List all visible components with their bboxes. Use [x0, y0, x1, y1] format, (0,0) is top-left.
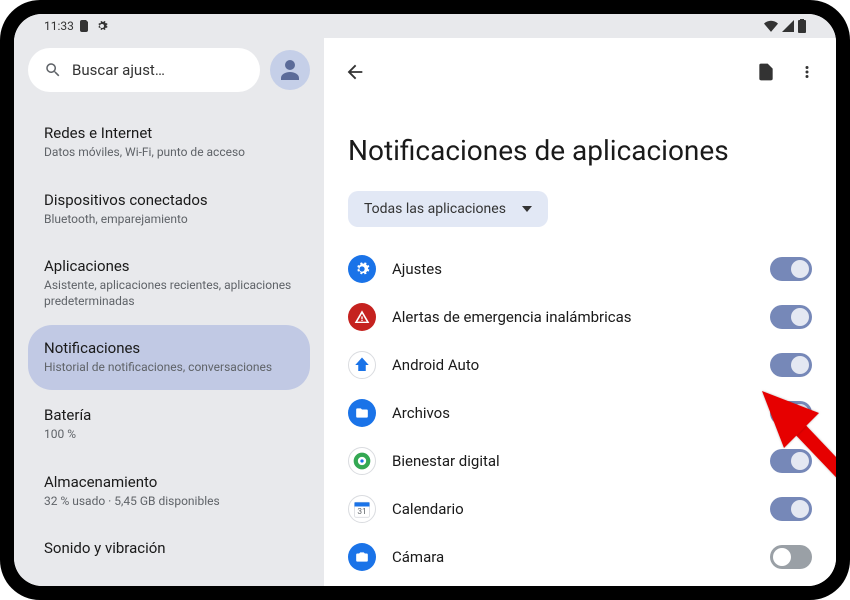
sidebar-item-title: Dispositivos conectados	[44, 191, 294, 209]
sim-icon	[80, 20, 90, 32]
svg-text:31: 31	[357, 507, 366, 517]
app-name: Alertas de emergencia inalámbricas	[392, 308, 754, 326]
camera-icon	[348, 543, 376, 571]
device-frame: 11:33 Buscar ajust… Redes e InternetD	[0, 0, 850, 600]
filter-dropdown[interactable]: Todas las aplicaciones	[348, 191, 548, 227]
app-list: Ajustes Alertas de emergencia inalámbrica…	[344, 245, 816, 581]
topbar-actions	[756, 62, 816, 82]
status-left: 11:33	[44, 19, 108, 33]
app-row-5[interactable]: 31 Calendario	[344, 485, 816, 533]
wellbeing-icon	[348, 447, 376, 475]
toggle-switch[interactable]	[770, 401, 812, 425]
wifi-icon	[764, 20, 778, 32]
gear-icon	[348, 255, 376, 283]
sidebar-item-sub: 100 %	[44, 427, 294, 443]
search-placeholder: Buscar ajust…	[72, 61, 165, 79]
app-row-4[interactable]: Bienestar digital	[344, 437, 816, 485]
app-row-1[interactable]: Alertas de emergencia inalámbricas	[344, 293, 816, 341]
sidebar-item-4[interactable]: Batería 100 %	[28, 392, 310, 457]
sidebar-item-sub: Bluetooth, emparejamiento	[44, 212, 294, 228]
sidebar-item-sub: 32 % usado · 5,45 GB disponibles	[44, 494, 294, 510]
warning-icon	[348, 303, 376, 331]
sidebar-item-sub: Historial de notificaciones, conversacio…	[44, 360, 294, 376]
app-row-2[interactable]: Android Auto	[344, 341, 816, 389]
status-bar: 11:33	[14, 14, 836, 38]
toggle-switch[interactable]	[770, 545, 812, 569]
search-page-icon[interactable]	[756, 62, 776, 82]
battery-icon	[798, 19, 806, 33]
app-name: Bienestar digital	[392, 452, 754, 470]
main-panel[interactable]: Notificaciones de aplicaciones Todas las…	[324, 38, 836, 586]
toggle-switch[interactable]	[770, 353, 812, 377]
app-name: Archivos	[392, 404, 754, 422]
sidebar-item-2[interactable]: Aplicaciones Asistente, aplicaciones reci…	[28, 243, 310, 323]
app-row-6[interactable]: Cámara	[344, 533, 816, 581]
app-name: Cámara	[392, 548, 754, 566]
auto-icon	[348, 351, 376, 379]
screen: 11:33 Buscar ajust… Redes e InternetD	[14, 14, 836, 586]
sidebar-item-0[interactable]: Redes e Internet Datos móviles, Wi-Fi, pu…	[28, 110, 310, 175]
main-topbar	[344, 50, 816, 94]
sidebar-item-6[interactable]: Sonido y vibración	[28, 525, 310, 574]
calendar-icon: 31	[348, 495, 376, 523]
sidebar-item-sub: Asistente, aplicaciones recientes, aplic…	[44, 278, 294, 309]
page-title: Notificaciones de aplicaciones	[348, 134, 816, 167]
sidebar-item-title: Almacenamiento	[44, 473, 294, 491]
sidebar-item-title: Redes e Internet	[44, 124, 294, 142]
toggle-switch[interactable]	[770, 449, 812, 473]
status-time: 11:33	[44, 19, 74, 33]
more-icon[interactable]	[798, 63, 816, 81]
sidebar-item-sub: Datos móviles, Wi-Fi, punto de acceso	[44, 145, 294, 161]
filter-label: Todas las aplicaciones	[364, 201, 506, 217]
app-row-3[interactable]: Archivos	[344, 389, 816, 437]
search-input[interactable]: Buscar ajust…	[28, 48, 260, 92]
app-name: Android Auto	[392, 356, 754, 374]
folder-icon	[348, 399, 376, 427]
sidebar-item-1[interactable]: Dispositivos conectados Bluetooth, empare…	[28, 177, 310, 242]
app-row-0[interactable]: Ajustes	[344, 245, 816, 293]
gear-status-icon	[96, 20, 108, 32]
search-row: Buscar ajust…	[28, 48, 310, 92]
sidebar-item-title: Batería	[44, 406, 294, 424]
sidebar-item-5[interactable]: Almacenamiento 32 % usado · 5,45 GB dispo…	[28, 459, 310, 524]
chevron-down-icon	[522, 206, 532, 212]
sidebar-item-3[interactable]: Notificaciones Historial de notificacione…	[28, 325, 310, 390]
toggle-switch[interactable]	[770, 305, 812, 329]
sidebar-item-title: Aplicaciones	[44, 257, 294, 275]
app-name: Ajustes	[392, 260, 754, 278]
back-icon[interactable]	[344, 61, 366, 83]
app-name: Calendario	[392, 500, 754, 518]
toggle-switch[interactable]	[770, 257, 812, 281]
toggle-switch[interactable]	[770, 497, 812, 521]
search-icon	[44, 61, 62, 79]
status-right	[764, 19, 806, 33]
signal-icon	[782, 20, 794, 32]
sidebar-item-title: Notificaciones	[44, 339, 294, 357]
profile-avatar[interactable]	[270, 50, 310, 90]
sidebar-item-title: Sonido y vibración	[44, 539, 294, 557]
settings-sidebar[interactable]: Buscar ajust… Redes e Internet Datos móvi…	[14, 38, 324, 586]
content-area: Buscar ajust… Redes e Internet Datos móvi…	[14, 38, 836, 586]
